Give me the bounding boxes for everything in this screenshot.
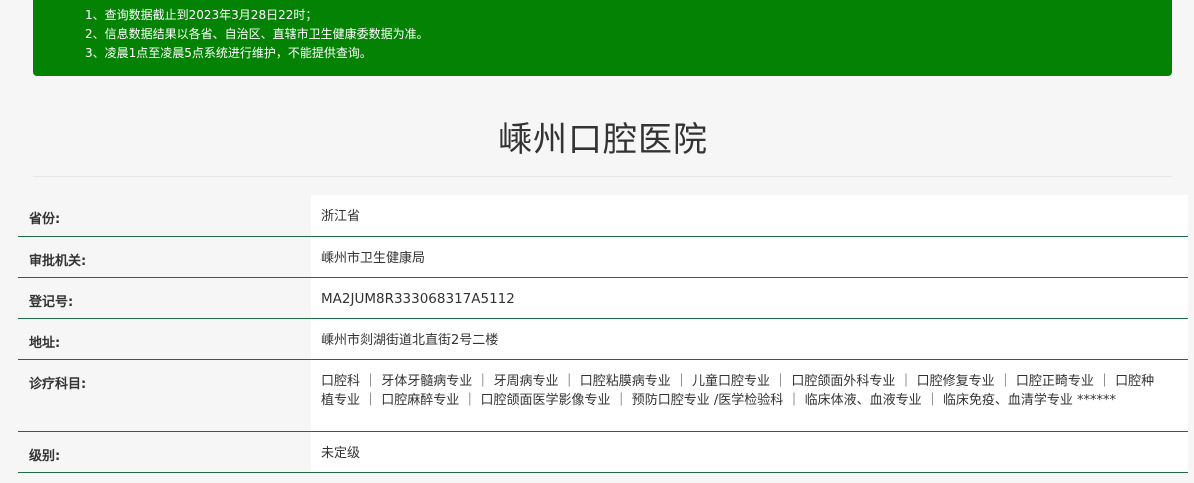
level-row: 级别: 未定级 [18, 431, 1188, 472]
notice-banner: 1、查询数据截止到2023年3月28日22时； 2、信息数据结果以各省、自治区、… [33, 0, 1172, 76]
level-label: 级别: [18, 431, 311, 472]
address-value-cell: 嵊州市剡湖街道北直街2号二楼 [311, 318, 1188, 359]
address-label: 地址: [18, 318, 311, 359]
departments-row: 诊疗科目: 口腔科 ｜ 牙体牙髓病专业 ｜ 牙周病专业 ｜ 口腔粘膜病专业 ｜ … [18, 359, 1188, 431]
notice-line-1: 1、查询数据截止到2023年3月28日22时； [85, 8, 318, 22]
authority-value-cell: 嵊州市卫生健康局 [311, 236, 1188, 277]
registration-value: MA2JUM8R333068317A5112 [321, 290, 515, 307]
departments-label: 诊疗科目: [18, 359, 311, 431]
departments-value: 口腔科 ｜ 牙体牙髓病专业 ｜ 牙周病专业 ｜ 口腔粘膜病专业 ｜ 儿童口腔专业… [321, 373, 1155, 408]
level-value-cell: 未定级 [311, 431, 1188, 472]
notice-line-3: 3、凌晨1点至凌晨5点系统进行维护，不能提供查询。 [85, 46, 372, 60]
authority-row: 审批机关: 嵊州市卫生健康局 [18, 236, 1188, 277]
registration-row: 登记号: MA2JUM8R333068317A5112 [18, 277, 1188, 318]
province-value-cell: 浙江省 [311, 195, 1188, 236]
registration-label: 登记号: [18, 277, 311, 318]
address-row: 地址: 嵊州市剡湖街道北直街2号二楼 [18, 318, 1188, 359]
registration-value-cell: MA2JUM8R333068317A5112 [311, 277, 1188, 318]
province-value: 浙江省 [321, 209, 361, 224]
province-row: 省份: 浙江省 [18, 195, 1188, 236]
notice-line-2: 2、信息数据结果以各省、自治区、直辖市卫生健康委数据为准。 [85, 27, 429, 41]
authority-value: 嵊州市卫生健康局 [321, 250, 426, 266]
hospital-detail-page: 1、查询数据截止到2023年3月28日22时； 2、信息数据结果以各省、自治区、… [0, 0, 1194, 483]
authority-label: 审批机关: [18, 236, 311, 277]
departments-value-cell: 口腔科 ｜ 牙体牙髓病专业 ｜ 牙周病专业 ｜ 口腔粘膜病专业 ｜ 儿童口腔专业… [311, 359, 1188, 431]
level-value: 未定级 [321, 445, 361, 461]
address-value: 嵊州市剡湖街道北直街2号二楼 [321, 332, 499, 348]
hospital-info-table: 省份: 浙江省 审批机关: 嵊州市卫生健康局 登记号: MA2JUM8R3330… [18, 195, 1188, 473]
hospital-name-title: 嵊州口腔医院 [498, 120, 708, 160]
title-divider [33, 176, 1172, 177]
province-label: 省份: [18, 195, 311, 236]
